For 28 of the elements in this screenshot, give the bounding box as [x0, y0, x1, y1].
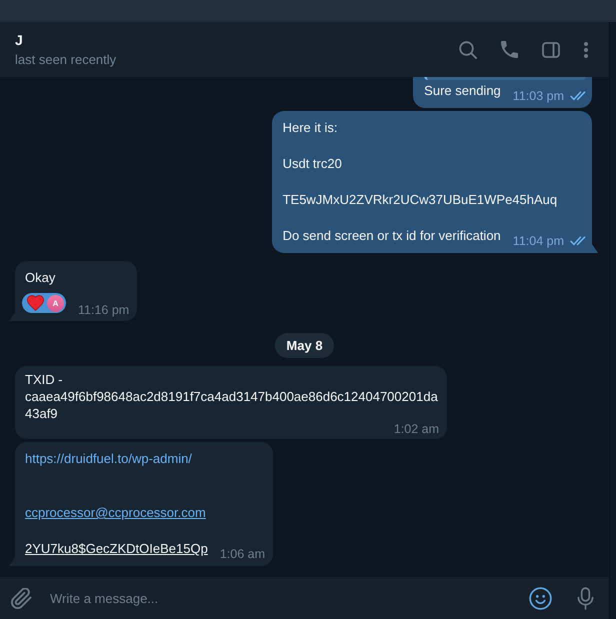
paperclip-icon[interactable]: [11, 588, 32, 608]
message-text: Okay: [25, 270, 56, 285]
message-text: TXID - caaea49f6bf98648ac2d8191f7ca4ad3147b400ae86d6c12404700201da43af9: [25, 372, 438, 421]
message-time: 11:03 pm: [512, 88, 564, 105]
emoji-icon[interactable]: [529, 586, 552, 610]
phone-icon[interactable]: [501, 41, 518, 58]
message-time: 11:16 pm: [78, 302, 130, 319]
message-text: Do send screen or tx id for verification: [282, 228, 501, 243]
message-time: 1:02 am: [394, 422, 439, 436]
message-text: Here it is:: [282, 120, 338, 135]
email-link[interactable]: ccprocessor@ccprocessor.com: [25, 505, 206, 520]
date-separator: May 8: [275, 333, 334, 358]
search-icon[interactable]: [459, 40, 477, 58]
message-time: 11:04 pm: [512, 233, 564, 250]
contact-name[interactable]: J: [15, 30, 23, 48]
message-input-bar[interactable]: Write a message...: [0, 577, 609, 619]
last-seen-status: last seen recently: [15, 50, 116, 68]
sidebar-toggle-icon[interactable]: [542, 42, 560, 58]
message-text: Sure sending: [424, 83, 501, 98]
message-text: Usdt trc20: [282, 156, 342, 171]
message-text: TE5wJMxU2ZVRkr2UCw37UBuE1WPe45hAuq: [282, 192, 558, 207]
heart-icon: [27, 295, 44, 311]
link[interactable]: https://druidfuel.to/wp-admin/: [25, 451, 192, 466]
microphone-icon[interactable]: [577, 586, 594, 610]
message-text: 2YU7ku8$GecZKDtOIeBe15Qp: [25, 541, 208, 556]
message-time: 1:06 am: [220, 546, 265, 563]
reactor-avatar: A: [47, 294, 64, 312]
more-icon[interactable]: [584, 42, 588, 58]
